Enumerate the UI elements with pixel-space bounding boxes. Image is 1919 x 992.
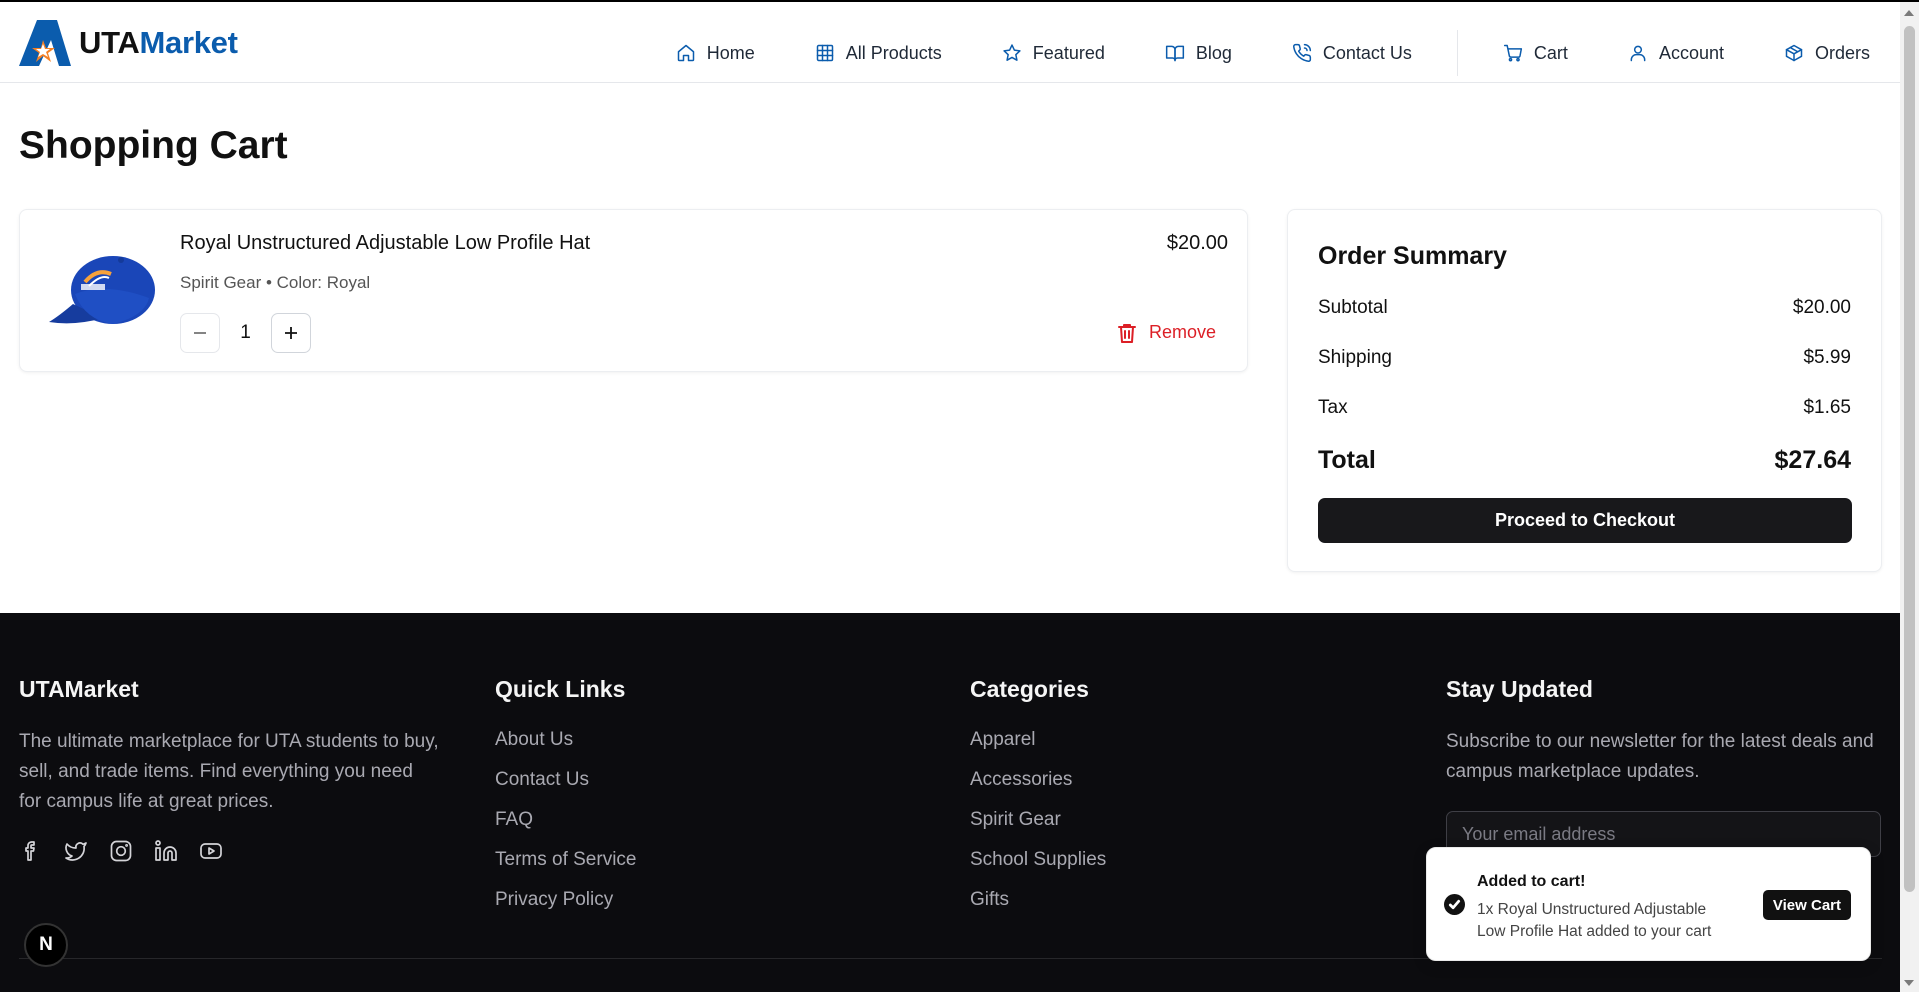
- linkedin-icon[interactable]: [154, 839, 178, 863]
- royal-hat-image: [49, 256, 155, 324]
- categories-title: Categories: [970, 676, 1089, 702]
- order-summary: Order Summary Subtotal $20.00 Shipping $…: [1287, 209, 1882, 572]
- nav-divider: [1456, 30, 1458, 76]
- nav-featured[interactable]: Featured: [1002, 43, 1105, 64]
- nav-orders-label: Orders: [1814, 42, 1870, 63]
- scroll-up-arrow-icon[interactable]: [1904, 10, 1914, 16]
- toast-title: Added to cart!: [1477, 873, 1586, 890]
- nav-all-products[interactable]: All Products: [815, 43, 942, 64]
- newsletter-text: Subscribe to our newsletter for the late…: [1446, 731, 1874, 782]
- total-row: Total $27.64: [1318, 446, 1851, 475]
- nextjs-dev-badge[interactable]: N: [24, 923, 68, 967]
- footer-link-terms[interactable]: Terms of Service: [495, 847, 636, 887]
- cart-item-card: Royal Unstructured Adjustable Low Profil…: [19, 209, 1248, 372]
- logo-text: UTAMarket: [79, 25, 238, 60]
- cart-icon: [1503, 44, 1523, 62]
- book-open-icon: [1165, 45, 1184, 62]
- scroll-down-arrow-icon[interactable]: [1904, 980, 1914, 986]
- toast-message: 1x Royal Unstructured Adjustable Low Pro…: [1477, 901, 1712, 940]
- footer-brand-text: The ultimate marketplace for UTA student…: [19, 731, 439, 812]
- quantity-value: 1: [240, 322, 251, 343]
- nav-cart[interactable]: Cart: [1503, 43, 1568, 64]
- instagram-icon[interactable]: [109, 839, 133, 863]
- phone-icon: [1292, 43, 1311, 62]
- page-title: Shopping Cart: [19, 124, 288, 167]
- nav-home-label: Home: [706, 42, 755, 63]
- check-circle-icon: [1444, 894, 1465, 915]
- shipping-row: Shipping $5.99: [1318, 347, 1851, 369]
- nav-contact-us[interactable]: Contact Us: [1292, 43, 1412, 64]
- remove-item-button[interactable]: Remove: [1117, 322, 1216, 343]
- increase-quantity-button[interactable]: [271, 313, 311, 353]
- twitter-icon[interactable]: [64, 839, 88, 863]
- footer-brand-title: UTAMarket: [19, 676, 139, 702]
- nav-contact-us-label: Contact Us: [1322, 42, 1412, 63]
- added-to-cart-toast: Added to cart! 1x Royal Unstructured Adj…: [1426, 847, 1871, 961]
- cart-item-name[interactable]: Royal Unstructured Adjustable Low Profil…: [180, 232, 590, 255]
- site-logo[interactable]: UTAMarket: [19, 20, 238, 66]
- uta-star-logo-icon: [19, 20, 71, 66]
- social-links: [19, 839, 439, 863]
- categories-list: Apparel Accessories Spirit Gear School S…: [970, 727, 1106, 927]
- nav-home[interactable]: Home: [676, 43, 755, 64]
- nav-blog[interactable]: Blog: [1165, 43, 1232, 64]
- total-value: $27.64: [1774, 446, 1851, 474]
- footer-category-school-supplies[interactable]: School Supplies: [970, 847, 1106, 887]
- nav-all-products-label: All Products: [845, 42, 942, 63]
- footer-link-contact-us[interactable]: Contact Us: [495, 767, 636, 807]
- subtotal-value: $20.00: [1792, 297, 1851, 318]
- nav-featured-label: Featured: [1032, 42, 1105, 63]
- decrease-quantity-button[interactable]: [180, 313, 220, 353]
- proceed-to-checkout-button[interactable]: Proceed to Checkout: [1318, 498, 1852, 543]
- site-header: UTAMarket Home All Products Featured Blo…: [0, 2, 1900, 83]
- nav-account[interactable]: Account: [1628, 43, 1724, 64]
- quantity-stepper: 1: [180, 313, 311, 353]
- cart-item-meta: Spirit Gear • Color: Royal: [180, 273, 371, 292]
- page-scrollbar[interactable]: [1900, 2, 1919, 992]
- quick-links-title: Quick Links: [495, 676, 626, 702]
- order-summary-title: Order Summary: [1318, 242, 1507, 270]
- user-icon: [1630, 45, 1646, 62]
- main-nav: Home All Products Featured Blog Contact …: [616, 30, 1870, 76]
- footer-category-apparel[interactable]: Apparel: [970, 727, 1106, 767]
- scrollbar-thumb[interactable]: [1904, 26, 1915, 892]
- tax-value: $1.65: [1803, 397, 1851, 418]
- cart-item-price: $20.00: [1166, 232, 1228, 254]
- total-label: Total: [1318, 446, 1376, 474]
- tax-label: Tax: [1318, 397, 1348, 418]
- grid-icon: [816, 44, 833, 62]
- home-icon: [677, 44, 694, 62]
- nav-orders[interactable]: Orders: [1784, 43, 1870, 64]
- footer-categories-column: Categories Apparel Accessories Spirit Ge…: [970, 676, 1106, 927]
- star-icon: [1003, 44, 1021, 61]
- shipping-value: $5.99: [1803, 347, 1851, 368]
- quick-links-list: About Us Contact Us FAQ Terms of Service…: [495, 727, 636, 927]
- footer-brand-column: UTAMarket The ultimate marketplace for U…: [19, 676, 439, 863]
- view-cart-button[interactable]: View Cart: [1762, 890, 1851, 920]
- tax-row: Tax $1.65: [1318, 397, 1851, 419]
- nav-account-label: Account: [1658, 42, 1724, 63]
- shipping-label: Shipping: [1318, 347, 1392, 368]
- footer-category-accessories[interactable]: Accessories: [970, 767, 1106, 807]
- nav-cart-label: Cart: [1533, 42, 1568, 63]
- footer-quick-links-column: Quick Links About Us Contact Us FAQ Term…: [495, 676, 636, 927]
- facebook-icon[interactable]: [19, 839, 43, 863]
- plus-icon: [285, 327, 297, 339]
- package-icon: [1785, 44, 1803, 62]
- footer-link-about-us[interactable]: About Us: [495, 727, 636, 767]
- trash-icon: [1117, 323, 1136, 343]
- footer-category-gifts[interactable]: Gifts: [970, 887, 1106, 927]
- subtotal-label: Subtotal: [1318, 297, 1388, 318]
- footer-link-privacy[interactable]: Privacy Policy: [495, 887, 636, 927]
- footer-newsletter-column: Stay Updated Subscribe to our newsletter…: [1446, 676, 1886, 857]
- nav-blog-label: Blog: [1195, 42, 1232, 63]
- minus-icon: [194, 332, 206, 334]
- subtotal-row: Subtotal $20.00: [1318, 297, 1851, 319]
- footer-link-faq[interactable]: FAQ: [495, 807, 636, 847]
- remove-label: Remove: [1148, 322, 1216, 342]
- footer-category-spirit-gear[interactable]: Spirit Gear: [970, 807, 1106, 847]
- youtube-icon[interactable]: [199, 839, 223, 863]
- newsletter-title: Stay Updated: [1446, 676, 1593, 702]
